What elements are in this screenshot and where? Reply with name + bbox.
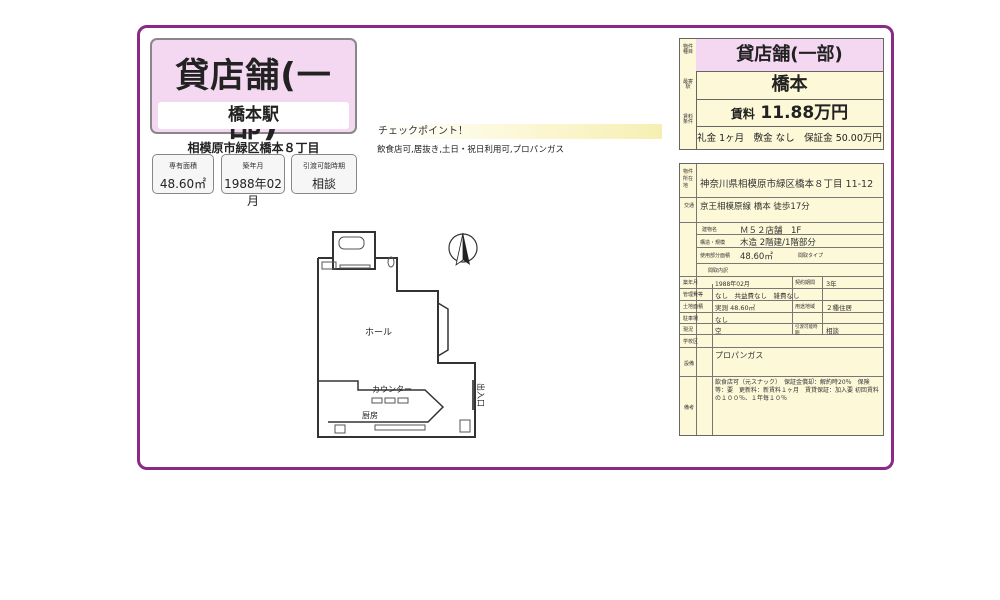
summary-rent: 賃料 11.88万円 [696,99,883,127]
notes-label: 備考 [684,405,695,411]
handover-box: 引渡可能時期 相談 [291,154,357,194]
north-arrow-icon [448,232,478,266]
rent-label: 賃料 [730,107,755,121]
traffic-value: 京王相模原線 橋本 徒歩17分 [700,202,810,212]
zoning-label: 用途地域 [795,304,816,310]
property-type-title: 貸店舗(一部) [175,56,332,145]
parking-label: 駐車場 [683,316,699,322]
built-box-label: 築年月 [242,162,264,170]
summary-station: 橋本 [696,71,883,100]
summary-box: 物件種目 最寄駅 賃料条件 貸店舗(一部) 橋本 賃料 11.88万円 礼金 1… [679,38,884,150]
land-value: 実測 48.60㎡ [715,304,756,312]
built-value: 1988年02月 [715,281,750,288]
station-label: 橋本駅 [158,102,349,129]
building-label: 建物名 [702,227,718,233]
built-label: 築年月 [683,280,699,286]
area-box-value: 48.60㎡ [159,177,207,191]
room-counter-label: カウンター [372,385,412,394]
equipment-value: プロパンガス [715,351,764,360]
side-label-rent: 賃料条件 [682,114,693,125]
school-label: 学校区 [683,339,699,345]
built-box: 築年月 1988年02月 [221,154,285,208]
room-hall-label: ホール [365,327,392,338]
built-box-value: 1988年02月 [224,177,282,208]
summary-type: 貸店舗(一部) [696,39,883,72]
equipment-label: 設備 [684,361,695,367]
rent-value: 11.88万円 [760,103,849,123]
location-value: 神奈川県相模原市緑区橋本８丁目 11-12 [700,179,874,190]
location-label: 物件所在地 [683,169,694,189]
structure-value: 木造 2階建/1階部分 [740,238,816,248]
fees-label: 管理費等 [683,292,704,298]
summary-conditions: 礼金 1ヶ月 敷金 なし 保証金 50.00万円 [697,133,882,144]
layout-label: 間取タイプ [798,253,824,259]
area-box-label: 専有面積 [169,162,197,170]
side-label-station: 最寄駅 [682,79,693,90]
checkpoint-title: チェックポイント！ [375,124,662,139]
title-card: 貸店舗(一部) 橋本駅 [150,38,357,145]
status-label: 現況 [683,327,694,333]
details-table: 物件所在地 神奈川県相模原市緑区橋本８丁目 11-12 交通 京王相模原線 橋本… [679,163,884,436]
side-label-type: 物件種目 [682,44,693,55]
area-box: 専有面積 48.60㎡ [152,154,214,194]
floor-plan: ホール カウンター 厨房 出入口 [317,231,486,438]
fees-value: なし 共益費なし 雑費なし [715,292,800,300]
notes-value: 飲食店可（元スナック） 保証金償却：解約時20％ 保険等：要 更新料：新賃料１ヶ… [715,379,879,402]
room-kitchen-label: 厨房 [362,410,378,420]
layout-detail-label: 間取内訳 [708,268,729,274]
status-value: 空 [715,327,722,335]
zoning-value: ２種住居 [826,304,852,312]
land-label: 土地面積 [683,304,704,310]
area-value: 48.60㎡ [740,252,773,262]
contract-label: 契約期間 [795,280,816,286]
checkpoint-text: 飲食店可,居抜き,土日・祝日利用可,プロパンガス [377,145,565,155]
entrance-label: 出入口 [476,383,486,407]
area-label: 使用部分面積 [700,253,731,259]
contract-value: 3年 [826,280,837,288]
building-value: Ｍ５２店舗 1F [740,226,802,236]
handover-box-label: 引渡可能時期 [303,162,345,170]
traffic-label: 交通 [684,203,695,209]
parking-value: なし [715,316,728,324]
handover-box-value: 相談 [311,177,336,191]
handover-value: 相談 [826,327,839,335]
handover-label: 引渡可能時期 [795,325,818,336]
structure-label: 構造・規模 [700,240,726,246]
